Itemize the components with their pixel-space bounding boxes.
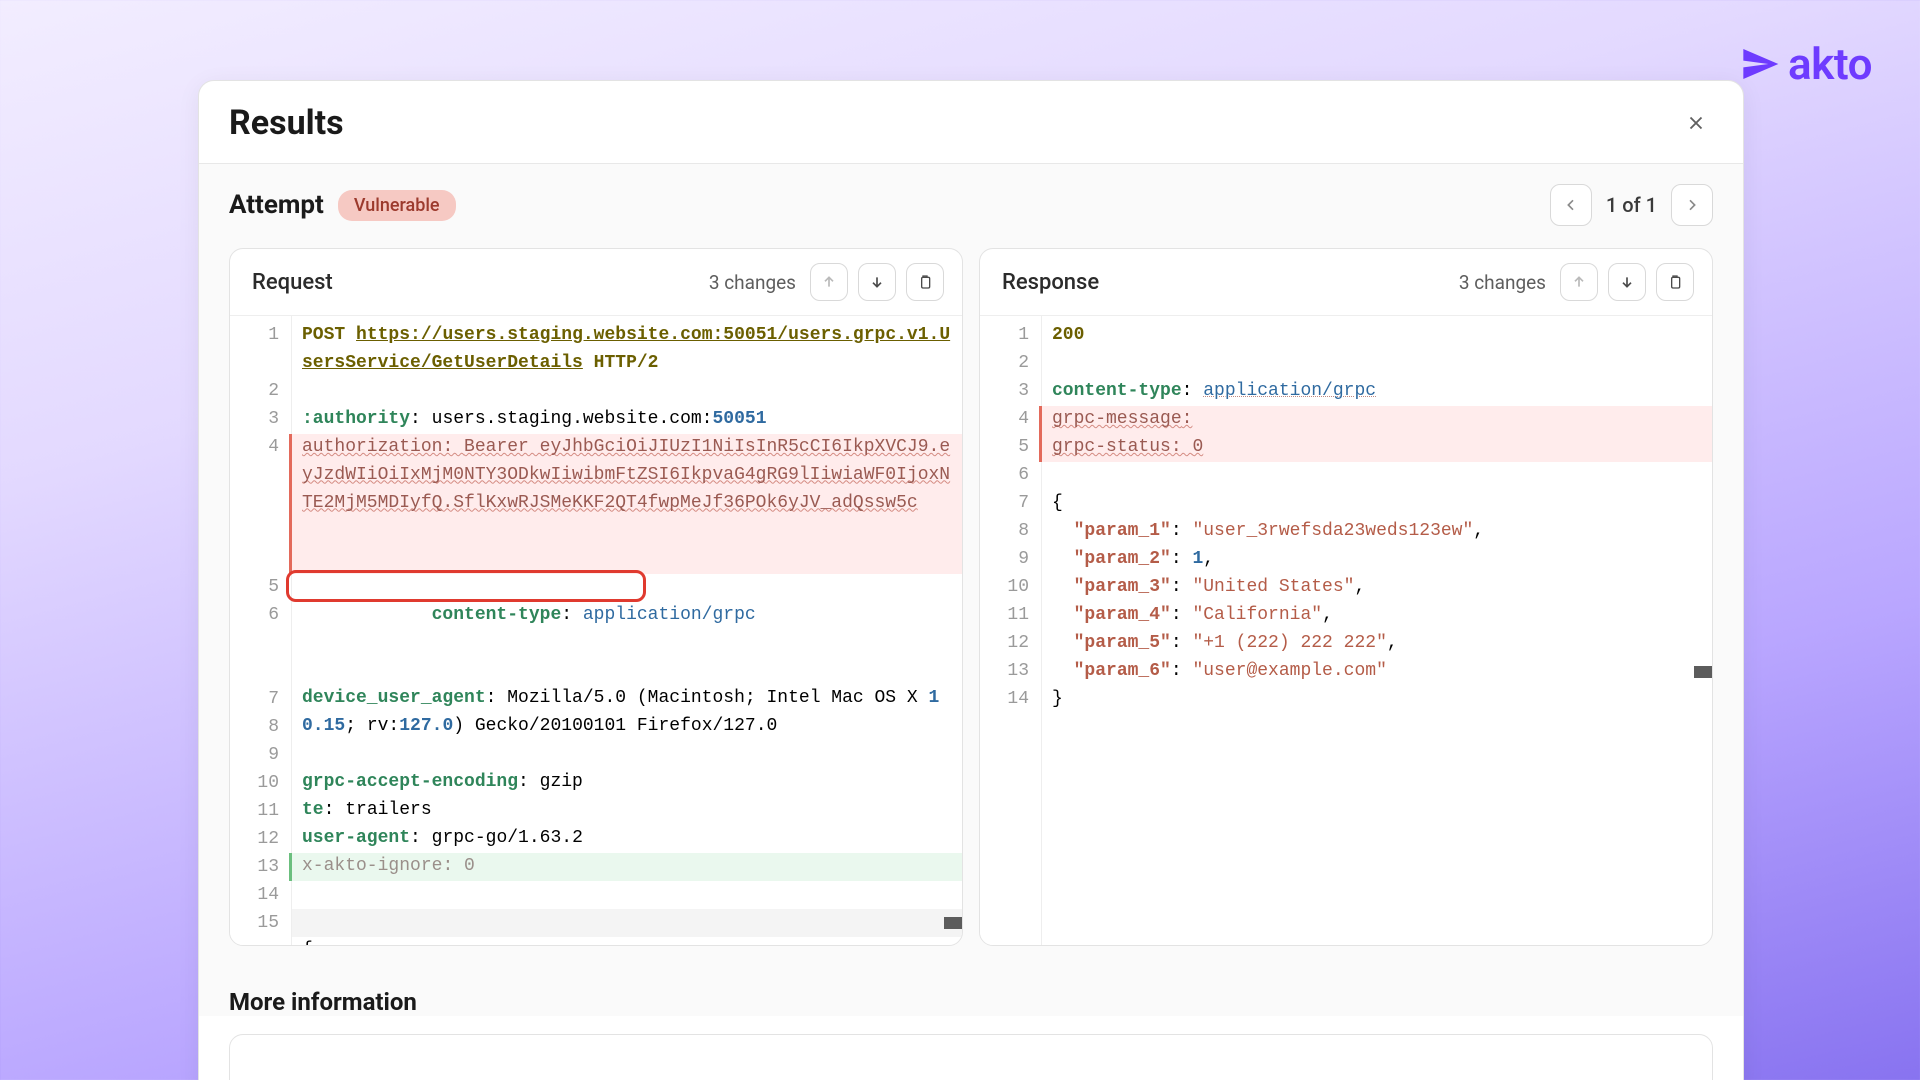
card-header: Results: [199, 81, 1743, 164]
pager: 1 of 1: [1550, 184, 1713, 226]
pager-text: 1 of 1: [1606, 193, 1657, 217]
chevron-right-icon: [1684, 197, 1700, 213]
request-next-change-button[interactable]: [858, 263, 896, 301]
grpc-encoding-header: grpc-accept-encoding: [302, 772, 518, 792]
more-information-box: [229, 1034, 1713, 1080]
close-icon: [1685, 112, 1707, 134]
request-method: POST: [302, 325, 345, 345]
response-copy-button[interactable]: [1656, 263, 1694, 301]
request-gutter: 1 2 3 4 5 6 7 8 9 10: [230, 316, 292, 945]
clipboard-icon: [917, 274, 933, 290]
pager-prev-button[interactable]: [1550, 184, 1592, 226]
request-prev-change-button[interactable]: [810, 263, 848, 301]
response-content-type-header: content-type: [1052, 381, 1182, 401]
response-body-open: {: [1052, 493, 1063, 513]
brand-text: akto: [1788, 38, 1872, 90]
response-body-close: }: [1052, 689, 1063, 709]
response-changes: 3 changes: [1459, 271, 1546, 294]
arrow-down-icon: [869, 274, 885, 290]
content-type-value: application/grpc: [583, 605, 756, 625]
response-content: 200 content-type: application/grpc grpc-…: [1042, 316, 1712, 945]
request-content: POST https://users.staging.website.com:5…: [292, 316, 962, 945]
response-scroll-indicator: [1694, 666, 1712, 678]
request-body-open: {: [302, 940, 313, 946]
arrow-up-icon: [1571, 274, 1587, 290]
clipboard-icon: [1667, 274, 1683, 290]
request-panel: Request 3 changes 1: [229, 248, 963, 946]
attempt-label: Attempt: [229, 190, 324, 220]
response-code[interactable]: 1 2 3 4 5 6 7 8 9 10 11 12 13 14 200: [980, 315, 1712, 945]
paper-plane-icon: [1740, 44, 1780, 84]
attempt-bar: Attempt Vulnerable 1 of 1: [199, 164, 1743, 248]
vulnerable-badge: Vulnerable: [338, 190, 456, 221]
response-title: Response: [1002, 270, 1099, 295]
request-http-version: HTTP/2: [594, 353, 659, 373]
content-type-header: content-type: [432, 605, 562, 625]
response-gutter: 1 2 3 4 5 6 7 8 9 10 11 12 13 14: [980, 316, 1042, 945]
highlight-annotation: [286, 570, 646, 602]
authority-header: :authority: [302, 409, 410, 429]
results-card: Results Attempt Vulnerable 1 of 1 Reques…: [198, 80, 1744, 1080]
brand-logo: akto: [1740, 38, 1872, 90]
pager-next-button[interactable]: [1671, 184, 1713, 226]
close-button[interactable]: [1685, 112, 1707, 134]
grpc-message-removed: grpc-message:: [1039, 406, 1712, 434]
request-title: Request: [252, 270, 333, 295]
request-scroll-indicator: [944, 917, 962, 929]
arrow-up-icon: [821, 274, 837, 290]
user-agent-header: user-agent: [302, 828, 410, 848]
chevron-left-icon: [1563, 197, 1579, 213]
authorization-removed-block: authorization: Bearer eyJhbGciOiJIUzI1Ni…: [289, 434, 962, 574]
response-prev-change-button[interactable]: [1560, 263, 1598, 301]
device-user-agent-header: device_user_agent: [302, 688, 486, 708]
grpc-status-removed: grpc-status: 0: [1039, 434, 1712, 462]
more-information-title: More information: [199, 964, 1743, 1016]
te-header: te: [302, 800, 324, 820]
card-title: Results: [229, 103, 344, 143]
request-changes: 3 changes: [709, 271, 796, 294]
request-code[interactable]: 1 2 3 4 5 6 7 8 9 10: [230, 315, 962, 945]
added-header-block: x-akto-ignore: 0: [289, 853, 962, 881]
request-copy-button[interactable]: [906, 263, 944, 301]
response-panel: Response 3 changes 1 2: [979, 248, 1713, 946]
arrow-down-icon: [1619, 274, 1635, 290]
response-next-change-button[interactable]: [1608, 263, 1646, 301]
response-status: 200: [1052, 325, 1084, 345]
